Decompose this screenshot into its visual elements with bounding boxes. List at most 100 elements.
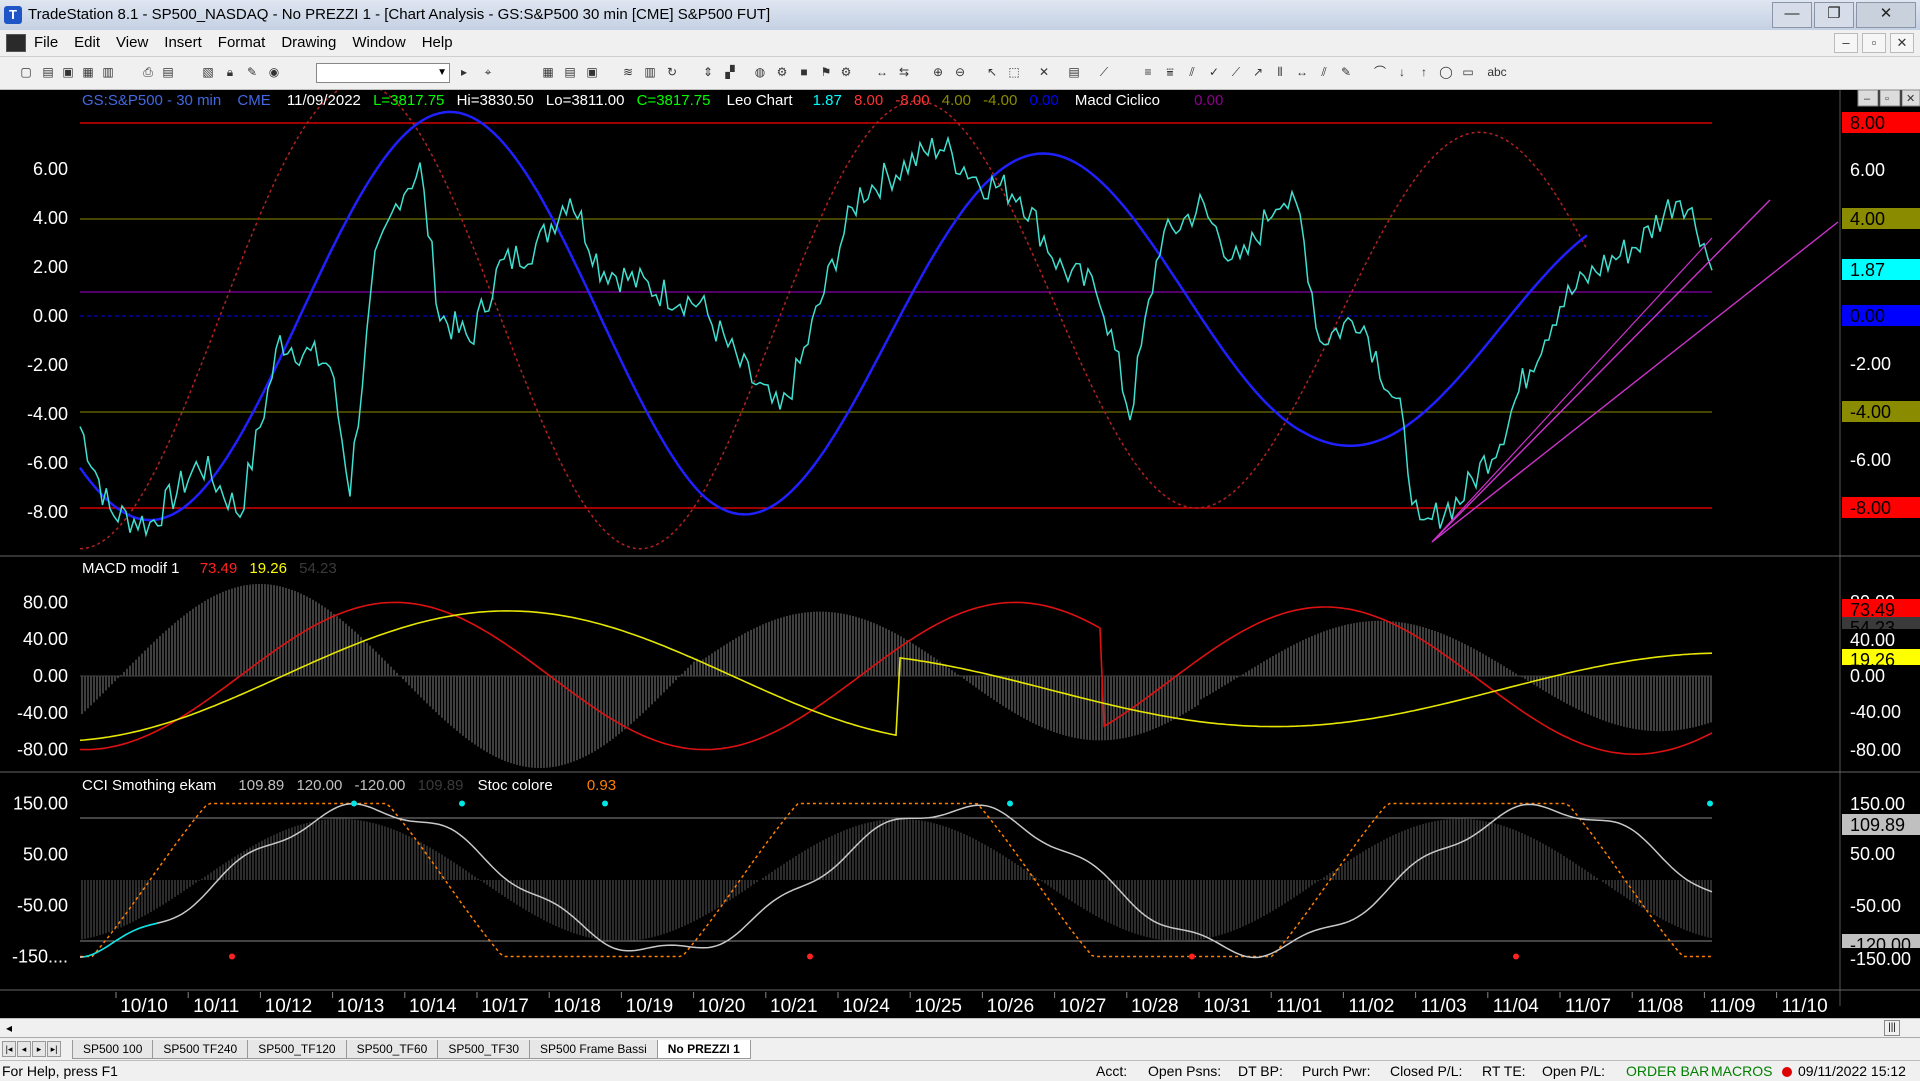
- inner-restore-icon: ▫: [1885, 93, 1889, 105]
- tools-icon[interactable]: ✕: [1036, 65, 1052, 79]
- tab-first-icon[interactable]: |◂: [2, 1041, 16, 1057]
- ellipse-icon[interactable]: ◯: [1438, 65, 1454, 79]
- vertical-line-icon[interactable]: ⦀: [1272, 65, 1288, 79]
- scroll-thumb[interactable]: |||: [1884, 1020, 1900, 1036]
- price-badge-text: -40.00: [1850, 702, 1901, 722]
- table-icon[interactable]: ▤: [562, 65, 578, 79]
- menu-window[interactable]: Window: [352, 34, 405, 51]
- tab-sp500-tf240[interactable]: SP500 TF240: [152, 1040, 249, 1059]
- alert-icon[interactable]: ⚑: [818, 65, 834, 79]
- tab-sp500-frame-bassi[interactable]: SP500 Frame Bassi: [529, 1040, 658, 1059]
- pencil-icon[interactable]: ✎: [1338, 65, 1354, 79]
- maximize-button[interactable]: ❐: [1814, 2, 1854, 28]
- save-icon[interactable]: ▣: [60, 65, 76, 79]
- menu-insert[interactable]: Insert: [164, 34, 202, 51]
- format-icon[interactable]: ▤: [160, 65, 176, 79]
- menu-view[interactable]: View: [116, 34, 148, 51]
- data-window-icon[interactable]: ■: [796, 65, 812, 79]
- cci-name: CCI Smothing ekam: [82, 777, 216, 794]
- ray-icon[interactable]: ↗: [1250, 65, 1266, 79]
- print-icon[interactable]: ⎙: [140, 65, 156, 79]
- extend-icon[interactable]: ↔: [1294, 65, 1310, 79]
- macros-button[interactable]: MACROS: [1711, 1063, 1772, 1079]
- gann-icon[interactable]: ✓: [1206, 65, 1222, 79]
- chart-icon[interactable]: ◉: [266, 65, 282, 79]
- date-axis-label: 11/04: [1493, 996, 1540, 1017]
- panel1-y-label: 0.00: [33, 306, 68, 326]
- wand-icon[interactable]: ✎: [244, 65, 260, 79]
- mdi-close-button[interactable]: ✕: [1890, 33, 1914, 53]
- tab-sp500-100[interactable]: SP500 100: [72, 1040, 154, 1059]
- play-icon[interactable]: ▸: [456, 65, 472, 79]
- mdi-restore-button[interactable]: ▫: [1862, 33, 1886, 53]
- parallel-icon[interactable]: ⫽: [1316, 65, 1332, 79]
- price-badge-text: 150.00: [1850, 794, 1905, 814]
- cci-value1: 109.89: [238, 777, 284, 794]
- symbol-combo[interactable]: ▼: [316, 63, 450, 83]
- save-all-icon[interactable]: ▦: [80, 65, 96, 79]
- date-axis-label: 10/10: [120, 996, 168, 1017]
- order-bar-button[interactable]: ORDER BAR: [1626, 1063, 1709, 1079]
- tab-next-icon[interactable]: ▸: [32, 1041, 46, 1057]
- indicator-icon[interactable]: ◍: [752, 65, 768, 79]
- new-icon[interactable]: ▢: [18, 65, 34, 79]
- open-icon[interactable]: ▤: [40, 65, 56, 79]
- menu-file[interactable]: File: [34, 34, 58, 51]
- chart-canvas[interactable]: GS:S&P500 - 30 min CME 11/09/2022 L=3817…: [0, 82, 1920, 1020]
- crosshair-icon[interactable]: ⌖: [480, 65, 496, 79]
- trendline-icon[interactable]: ⟋: [1096, 65, 1112, 79]
- layout-icon[interactable]: ▞: [722, 65, 738, 79]
- scale-icon[interactable]: ⇕: [700, 65, 716, 79]
- tradestation-icon: T: [4, 6, 22, 24]
- price-badge-text: -6.00: [1850, 450, 1891, 470]
- bar-spacing-icon[interactable]: ↔: [874, 65, 890, 79]
- refresh-icon[interactable]: ↻: [664, 65, 680, 79]
- horizontal-line-icon[interactable]: ≡: [1140, 65, 1156, 79]
- study1-value4: 4.00: [942, 92, 971, 109]
- strategy-icon[interactable]: ⚙︎: [774, 65, 790, 79]
- scroll-left-icon[interactable]: ◂: [6, 1019, 12, 1037]
- speed-line-icon[interactable]: ⟋: [1228, 65, 1244, 79]
- select-icon[interactable]: ⬚: [1006, 65, 1022, 79]
- text-icon[interactable]: abc: [1484, 65, 1510, 79]
- pointer-icon[interactable]: ↖: [984, 65, 1000, 79]
- bar-chart-icon[interactable]: ▥: [642, 65, 658, 79]
- inner-restore-button[interactable]: [1879, 89, 1901, 107]
- zoom-in-icon[interactable]: ⊕: [930, 65, 946, 79]
- fibonacci-icon[interactable]: ⩸: [1162, 65, 1178, 79]
- chart-window-icon[interactable]: [6, 34, 26, 52]
- settings-icon[interactable]: ⚙︎: [838, 65, 854, 79]
- tab-sp500-tf30[interactable]: SP500_TF30: [437, 1040, 531, 1059]
- chevron-down-icon[interactable]: ▼: [437, 64, 447, 82]
- format-symbol-icon[interactable]: ▧: [200, 65, 216, 79]
- minimize-button[interactable]: —: [1772, 2, 1812, 28]
- tab-prev-icon[interactable]: ◂: [17, 1041, 31, 1057]
- chart-analysis-window[interactable]: GS:S&P500 - 30 min CME 11/09/2022 L=3817…: [0, 82, 1920, 1020]
- stoc-dot: [1007, 800, 1013, 807]
- arc-icon[interactable]: ⌒: [1372, 65, 1388, 79]
- horizontal-scrollbar[interactable]: ◂ |||: [0, 1018, 1920, 1037]
- mdi-minimize-button[interactable]: –: [1834, 33, 1858, 53]
- up-arrow-icon[interactable]: ↑: [1416, 65, 1432, 79]
- channel-icon[interactable]: ⫽: [1184, 65, 1200, 79]
- tab-no-prezzi-1[interactable]: No PREZZI 1: [656, 1040, 751, 1059]
- menu-drawing[interactable]: Drawing: [281, 34, 336, 51]
- tab-sp500-tf60[interactable]: SP500_TF60: [345, 1040, 439, 1059]
- grid-icon[interactable]: ▦: [540, 65, 556, 79]
- lock-icon[interactable]: 🔒︎: [222, 65, 238, 79]
- rectangle-icon[interactable]: ▭: [1460, 65, 1476, 79]
- close-button[interactable]: ✕: [1856, 2, 1916, 28]
- zoom-out-icon[interactable]: ⊖: [952, 65, 968, 79]
- scroll-icon[interactable]: ⇆: [896, 65, 912, 79]
- menu-edit[interactable]: Edit: [74, 34, 100, 51]
- menu-format[interactable]: Format: [218, 34, 266, 51]
- menu-help[interactable]: Help: [422, 34, 453, 51]
- close-price: C=3817.75: [637, 92, 711, 109]
- tab-last-icon[interactable]: ▸|: [47, 1041, 61, 1057]
- down-arrow-icon[interactable]: ↓: [1394, 65, 1410, 79]
- print-preview-icon[interactable]: ▥: [100, 65, 116, 79]
- activity-bar-icon[interactable]: ▤: [1066, 65, 1082, 79]
- bars-icon[interactable]: ≋: [620, 65, 636, 79]
- tab-sp500-tf120[interactable]: SP500_TF120: [247, 1040, 347, 1059]
- window-icon[interactable]: ▣: [584, 65, 600, 79]
